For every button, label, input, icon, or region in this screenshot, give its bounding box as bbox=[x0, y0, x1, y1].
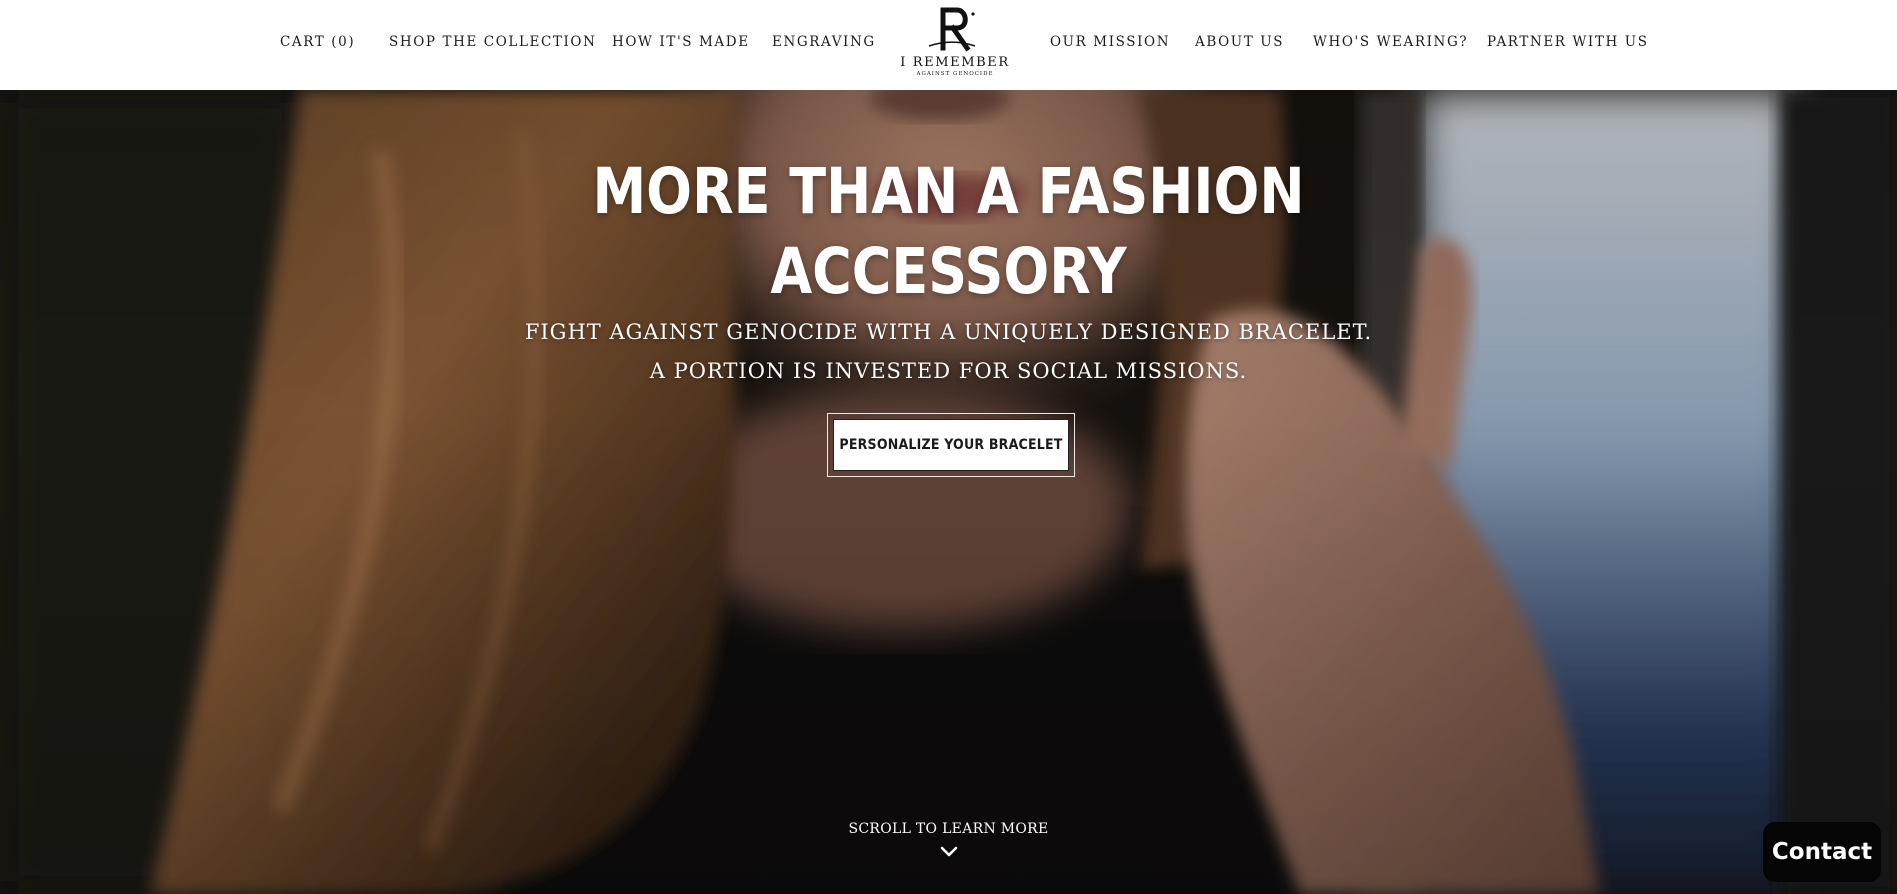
site-logo[interactable]: I REMEMBER AGAINST GENOCIDE bbox=[895, 6, 1015, 84]
hero-subtitle-line-1: FIGHT AGAINST GENOCIDE WITH A UNIQUELY D… bbox=[524, 320, 1373, 344]
hero-section: MORE THAN A FASHION ACCESSORY FIGHT AGAI… bbox=[0, 90, 1897, 894]
personalize-bracelet-button[interactable]: PERSONALIZE YOUR BRACELET bbox=[827, 413, 1075, 477]
logo-r-icon bbox=[928, 7, 976, 52]
nav-engraving[interactable]: ENGRAVING bbox=[772, 34, 876, 50]
hero-subtitle: FIGHT AGAINST GENOCIDE WITH A UNIQUELY D… bbox=[0, 313, 1897, 391]
personalize-bracelet-label[interactable]: PERSONALIZE YOUR BRACELET bbox=[833, 419, 1069, 471]
nav-cart[interactable]: CART (0) bbox=[280, 34, 355, 50]
nav-partner-with-us[interactable]: PARTNER WITH US bbox=[1487, 34, 1649, 50]
scroll-to-learn-more[interactable]: SCROLL TO LEARN MORE bbox=[0, 821, 1897, 837]
contact-button[interactable]: Contact bbox=[1763, 822, 1881, 882]
chevron-down-icon[interactable] bbox=[940, 846, 958, 858]
nav-how-its-made[interactable]: HOW IT'S MADE bbox=[612, 34, 750, 50]
hero-title-line-1: MORE THAN A FASHION bbox=[592, 155, 1305, 229]
logo-subtitle: AGAINST GENOCIDE bbox=[916, 71, 994, 77]
hero-title-line-2: ACCESSORY bbox=[770, 235, 1127, 309]
nav-shop-the-collection[interactable]: SHOP THE COLLECTION bbox=[389, 34, 597, 50]
nav-about-us[interactable]: ABOUT US bbox=[1195, 34, 1284, 50]
logo-title: I REMEMBER bbox=[900, 55, 1010, 70]
site-header: CART (0) SHOP THE COLLECTION HOW IT'S MA… bbox=[0, 0, 1897, 90]
hero-title: MORE THAN A FASHION ACCESSORY bbox=[0, 152, 1897, 312]
hero-subtitle-line-2: A PORTION IS INVESTED FOR SOCIAL MISSION… bbox=[649, 359, 1248, 383]
nav-our-mission[interactable]: OUR MISSION bbox=[1050, 34, 1170, 50]
nav-whos-wearing[interactable]: WHO'S WEARING? bbox=[1313, 34, 1468, 50]
